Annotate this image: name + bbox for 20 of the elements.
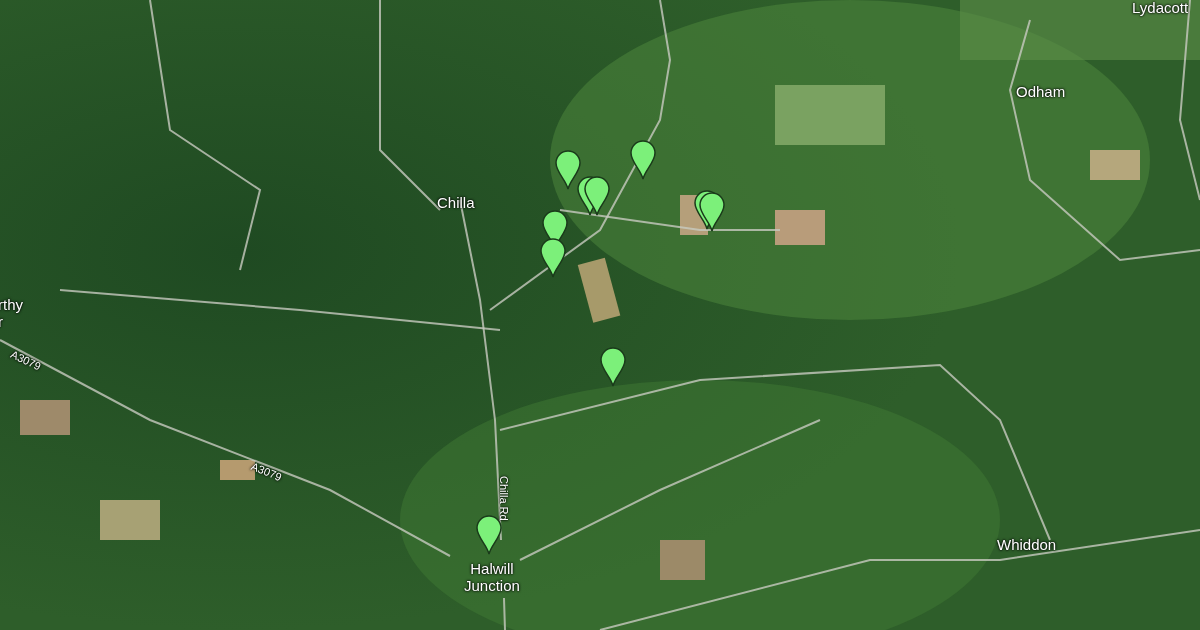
map-pin-icon[interactable] xyxy=(555,150,581,190)
place-label: Whiddon xyxy=(997,537,1057,554)
field-patch xyxy=(660,540,705,580)
road-line xyxy=(503,597,506,630)
field-patch xyxy=(20,400,70,435)
place-label: Chilla xyxy=(437,195,475,212)
place-label: Halwill Junction xyxy=(464,561,520,594)
field-patch xyxy=(1090,150,1140,180)
road-label: Chilla Rd xyxy=(497,476,510,521)
place-label: Odham xyxy=(1016,84,1066,101)
map-pin-icon[interactable] xyxy=(476,515,502,555)
field-patch xyxy=(100,500,160,540)
map-pins-icon[interactable] xyxy=(577,176,610,216)
map-pins-icon[interactable] xyxy=(540,210,568,278)
field-patch xyxy=(775,210,825,245)
place-label: Lydacott xyxy=(1132,0,1189,17)
road-label: A3079 xyxy=(249,460,284,484)
map-pin-icon[interactable] xyxy=(600,347,626,387)
map-pin-icon[interactable] xyxy=(630,140,656,180)
map-pins-icon[interactable] xyxy=(694,190,725,232)
